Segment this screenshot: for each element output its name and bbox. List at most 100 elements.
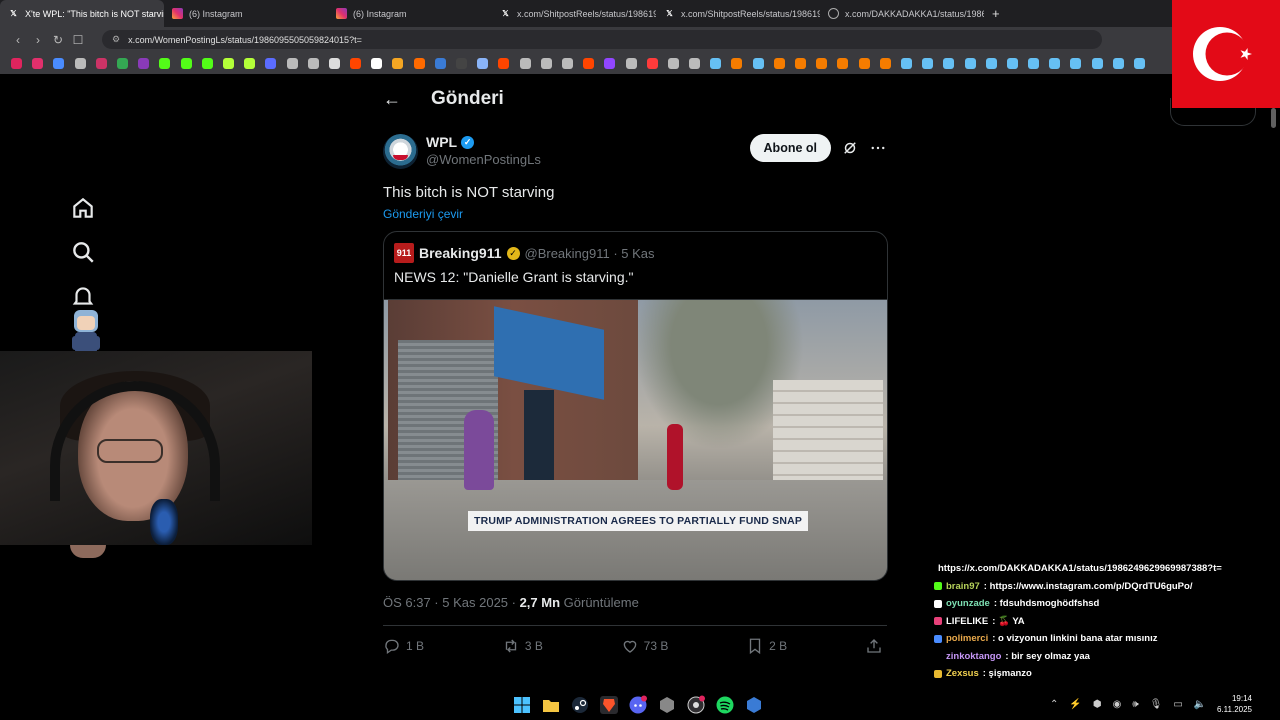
browser-tab[interactable]: x.com/DAKKADAKKA1/status/198624 bbox=[820, 0, 984, 27]
follow-button[interactable]: Abone ol bbox=[749, 134, 831, 162]
bookmark-favicon-icon[interactable] bbox=[281, 57, 302, 69]
bookmark-favicon-icon[interactable] bbox=[959, 57, 980, 69]
bookmark-favicon-icon[interactable] bbox=[430, 57, 451, 69]
bookmark-favicon-icon[interactable] bbox=[811, 57, 832, 69]
brave-browser-icon[interactable] bbox=[599, 695, 619, 715]
url-field[interactable]: ⚙ x.com/WomenPostingLs/status/1986095505… bbox=[102, 30, 1102, 49]
quoted-post[interactable]: 911 Breaking911 ✓ @Breaking911 · 5 Kas N… bbox=[383, 231, 888, 581]
bookmark-favicon-icon[interactable] bbox=[684, 57, 705, 69]
bookmark-favicon-icon[interactable] bbox=[981, 57, 1002, 69]
monitor-icon[interactable]: ▭ bbox=[1173, 699, 1182, 710]
bookmark-favicon-icon[interactable] bbox=[48, 57, 69, 69]
bookmark-favicon-icon[interactable] bbox=[1002, 57, 1023, 69]
browser-tab-active[interactable]: 𝕏 X'te WPL: "This bitch is NOT starving"… bbox=[0, 0, 164, 27]
share-button[interactable] bbox=[865, 637, 883, 655]
bookmark-favicon-icon[interactable] bbox=[705, 57, 726, 69]
bookmark-favicon-icon[interactable] bbox=[493, 57, 514, 69]
bookmark-favicon-icon[interactable] bbox=[409, 57, 430, 69]
bookmark-favicon-icon[interactable] bbox=[387, 57, 408, 69]
bookmark-favicon-icon[interactable] bbox=[726, 57, 747, 69]
bookmark-favicon-icon[interactable] bbox=[133, 57, 154, 69]
explore-search-icon[interactable] bbox=[70, 239, 96, 265]
network-tray-icon[interactable]: ⚡ bbox=[1069, 699, 1081, 710]
home-icon[interactable] bbox=[70, 195, 96, 221]
reply-button[interactable]: 1 B bbox=[383, 637, 424, 655]
reload-icon[interactable]: ↻ bbox=[48, 33, 68, 47]
cube-app-icon[interactable] bbox=[657, 695, 677, 715]
grok-icon[interactable] bbox=[841, 139, 859, 157]
bookmark-favicon-icon[interactable] bbox=[6, 57, 27, 69]
bookmark-favicon-icon[interactable] bbox=[769, 57, 790, 69]
bookmark-favicon-icon[interactable] bbox=[260, 57, 281, 69]
bookmark-favicon-icon[interactable] bbox=[1087, 57, 1108, 69]
speaker-icon[interactable]: 🔈 bbox=[1194, 699, 1206, 710]
back-nav-icon[interactable]: ‹ bbox=[8, 33, 28, 47]
repost-button[interactable]: 3 B bbox=[502, 637, 543, 655]
bookmark-favicon-icon[interactable] bbox=[1065, 57, 1086, 69]
steam-icon[interactable] bbox=[570, 695, 590, 715]
notifications-bell-icon[interactable] bbox=[70, 283, 96, 309]
obs-icon[interactable] bbox=[686, 695, 706, 715]
browser-tab[interactable]: 𝕏 x.com/ShitpostReels/status/1986199 bbox=[492, 0, 656, 27]
quoted-video[interactable]: TRUMP ADMINISTRATION AGREES TO PARTIALLY… bbox=[384, 299, 887, 580]
volume-icon[interactable]: 🕪 bbox=[1132, 699, 1138, 710]
bookmark-favicon-icon[interactable] bbox=[1129, 57, 1150, 69]
game-launcher-icon[interactable] bbox=[744, 695, 764, 715]
bookmark-favicon-icon[interactable] bbox=[345, 57, 366, 69]
bookmark-favicon-icon[interactable] bbox=[1108, 57, 1129, 69]
bookmark-favicon-icon[interactable] bbox=[875, 57, 896, 69]
bookmark-favicon-icon[interactable] bbox=[303, 57, 324, 69]
author-handle[interactable]: @WomenPostingLs bbox=[426, 152, 541, 167]
spotify-icon[interactable] bbox=[715, 695, 735, 715]
site-settings-icon[interactable]: ⚙ bbox=[112, 34, 120, 45]
browser-tab[interactable]: (6) Instagram bbox=[164, 0, 328, 27]
bookmark-favicon-icon[interactable] bbox=[366, 57, 387, 69]
author-display-name[interactable]: WPL bbox=[426, 134, 457, 150]
bookmark-favicon-icon[interactable] bbox=[748, 57, 769, 69]
discord-icon[interactable] bbox=[628, 695, 648, 715]
bookmark-favicon-icon[interactable] bbox=[599, 57, 620, 69]
file-explorer-icon[interactable] bbox=[541, 695, 561, 715]
bookmark-favicon-icon[interactable] bbox=[1044, 57, 1065, 69]
bookmark-icon[interactable]: ☐ bbox=[68, 33, 88, 47]
bookmark-favicon-icon[interactable] bbox=[218, 57, 239, 69]
bookmark-favicon-icon[interactable] bbox=[854, 57, 875, 69]
translate-post-link[interactable]: Gönderiyi çevir bbox=[383, 207, 887, 221]
shield-tray-icon[interactable]: ⬢ bbox=[1093, 699, 1102, 710]
bookmark-favicon-icon[interactable] bbox=[239, 57, 260, 69]
like-button[interactable]: 73 B bbox=[621, 637, 668, 655]
forward-nav-icon[interactable]: › bbox=[28, 33, 48, 47]
bookmark-favicon-icon[interactable] bbox=[515, 57, 536, 69]
bookmark-favicon-icon[interactable] bbox=[472, 57, 493, 69]
bookmark-favicon-icon[interactable] bbox=[91, 57, 112, 69]
taskbar-clock[interactable]: 19:14 6.11.2025 bbox=[1212, 693, 1252, 715]
chevron-up-icon[interactable]: ⌃ bbox=[1050, 699, 1058, 710]
bookmark-favicon-icon[interactable] bbox=[197, 57, 218, 69]
steam-tray-icon[interactable]: ◉ bbox=[1113, 699, 1122, 710]
bookmark-favicon-icon[interactable] bbox=[112, 57, 133, 69]
bookmark-favicon-icon[interactable] bbox=[832, 57, 853, 69]
bookmark-favicon-icon[interactable] bbox=[620, 57, 641, 69]
microphone-icon[interactable]: 🎙 bbox=[1150, 699, 1163, 710]
post-date[interactable]: ÖS 6:37 · 5 Kas 2025 · bbox=[383, 595, 520, 610]
scrollbar[interactable] bbox=[1271, 108, 1276, 128]
bookmark-favicon-icon[interactable] bbox=[324, 57, 345, 69]
bookmark-favicon-icon[interactable] bbox=[176, 57, 197, 69]
new-tab-button[interactable]: + bbox=[984, 6, 1008, 21]
bookmark-favicon-icon[interactable] bbox=[790, 57, 811, 69]
bookmark-favicon-icon[interactable] bbox=[917, 57, 938, 69]
bookmark-favicon-icon[interactable] bbox=[578, 57, 599, 69]
bookmark-favicon-icon[interactable] bbox=[536, 57, 557, 69]
browser-tab[interactable]: (6) Instagram bbox=[328, 0, 492, 27]
bookmark-favicon-icon[interactable] bbox=[938, 57, 959, 69]
more-options-icon[interactable] bbox=[869, 139, 887, 157]
bookmark-favicon-icon[interactable] bbox=[663, 57, 684, 69]
bookmark-favicon-icon[interactable] bbox=[642, 57, 663, 69]
bookmark-favicon-icon[interactable] bbox=[451, 57, 472, 69]
bookmark-favicon-icon[interactable] bbox=[557, 57, 578, 69]
bookmark-favicon-icon[interactable] bbox=[154, 57, 175, 69]
back-arrow-icon[interactable]: ← bbox=[383, 89, 401, 110]
bookmark-favicon-icon[interactable] bbox=[70, 57, 91, 69]
bookmark-favicon-icon[interactable] bbox=[27, 57, 48, 69]
bookmark-button[interactable]: 2 B bbox=[746, 637, 787, 655]
